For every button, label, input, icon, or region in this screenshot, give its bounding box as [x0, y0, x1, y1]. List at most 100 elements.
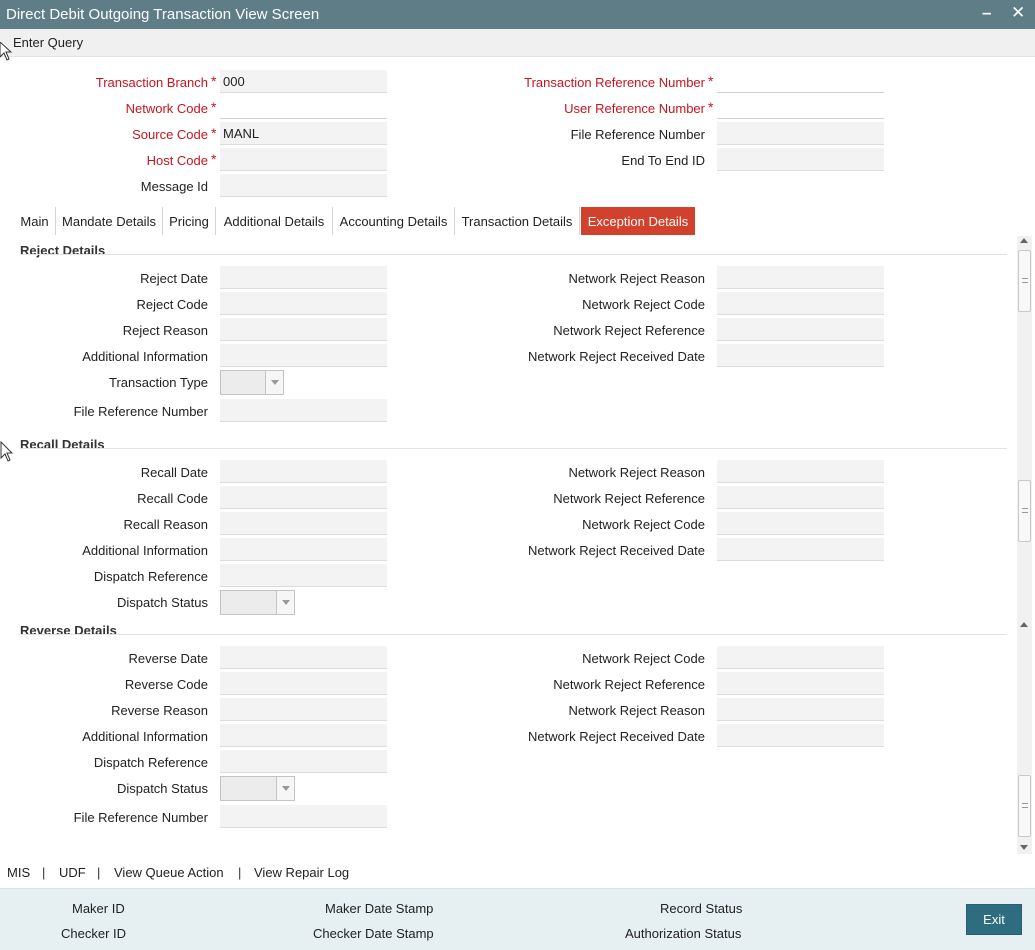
- dispatch-status-label: Dispatch Status: [116, 781, 208, 796]
- additional-information-label: Additional Information: [82, 729, 208, 744]
- reject-date-label: Reject Date: [140, 271, 208, 286]
- transaction-reference-number-field[interactable]: [717, 70, 884, 93]
- network-reject-code-field[interactable]: [717, 292, 884, 315]
- host-code-label: Host Code: [146, 153, 208, 168]
- enter-query-menu[interactable]: Enter Query: [13, 35, 83, 50]
- additional-information-label: Additional Information: [82, 543, 208, 558]
- scrollbar-thumb[interactable]: [1018, 775, 1031, 837]
- additional-information-field[interactable]: [220, 538, 387, 561]
- reject-code-field[interactable]: [220, 292, 387, 315]
- dispatch-status-select[interactable]: [220, 590, 295, 615]
- reverse-reason-label: Reverse Reason: [111, 703, 208, 718]
- network-reject-code-label: Network Reject Code: [582, 297, 705, 312]
- record-status-label: Record Status: [660, 901, 743, 916]
- user-reference-number-label: User Reference Number: [564, 101, 705, 116]
- exit-button[interactable]: Exit: [966, 904, 1022, 935]
- end-to-end-id-field[interactable]: [717, 148, 884, 171]
- file-reference-number-field[interactable]: [220, 805, 387, 828]
- tab-exception-details[interactable]: Exception Details: [581, 207, 695, 235]
- recall-reason-field[interactable]: [220, 512, 387, 535]
- dispatch-reference-field[interactable]: [220, 564, 387, 587]
- udf-link[interactable]: UDF: [59, 865, 86, 880]
- network-reject-reason-field[interactable]: [717, 266, 884, 289]
- message-id-field[interactable]: [220, 174, 387, 197]
- dispatch-status-select[interactable]: [220, 776, 295, 801]
- user-reference-number-field[interactable]: [717, 96, 884, 119]
- scrollbar-thumb[interactable]: [1018, 250, 1031, 312]
- grip-icon: [1022, 803, 1028, 808]
- reverse-code-field[interactable]: [220, 672, 387, 695]
- transaction-type-label: Transaction Type: [109, 375, 208, 390]
- transaction-type-select[interactable]: [220, 370, 284, 395]
- link-separator: |: [42, 865, 46, 880]
- tab-transaction-details[interactable]: Transaction Details: [455, 207, 580, 235]
- scroll-down-icon[interactable]: [1020, 845, 1028, 850]
- transaction-branch-field[interactable]: 000: [220, 70, 387, 93]
- network-reject-received-date-label: Network Reject Received Date: [527, 729, 705, 744]
- network-reject-reason-field[interactable]: [717, 698, 884, 721]
- network-reject-received-date-field[interactable]: [717, 538, 884, 561]
- network-reject-reference-field[interactable]: [717, 672, 884, 695]
- grip-icon: [1022, 278, 1028, 283]
- network-reject-code-label: Network Reject Code: [582, 517, 705, 532]
- required-marker: *: [211, 151, 217, 167]
- network-reject-received-date-label: Network Reject Received Date: [527, 543, 705, 558]
- network-reject-reason-field[interactable]: [717, 460, 884, 483]
- file-reference-number-label: File Reference Number: [570, 127, 705, 142]
- file-reference-number-field[interactable]: [717, 122, 884, 145]
- network-reject-received-date-field[interactable]: [717, 724, 884, 747]
- reject-reason-field[interactable]: [220, 318, 387, 341]
- view-repair-log-link[interactable]: View Repair Log: [254, 865, 349, 880]
- network-reject-reference-field[interactable]: [717, 318, 884, 341]
- chevron-down-icon[interactable]: [276, 591, 294, 614]
- network-code-field[interactable]: [220, 96, 387, 119]
- tab-main[interactable]: Main: [14, 207, 56, 235]
- mis-link[interactable]: MIS: [7, 865, 30, 880]
- tab-additional-details[interactable]: Additional Details: [216, 207, 333, 235]
- recall-code-field[interactable]: [220, 486, 387, 509]
- chevron-down-icon[interactable]: [265, 371, 283, 394]
- audit-footer: Maker ID Checker ID Maker Date Stamp Che…: [0, 888, 1035, 950]
- close-icon[interactable]: ✕: [1011, 3, 1025, 23]
- reject-details-heading: Reject Details: [20, 243, 106, 258]
- host-code-field[interactable]: [220, 148, 387, 171]
- source-code-field[interactable]: MANL: [220, 122, 387, 145]
- network-code-label: Network Code: [125, 101, 208, 116]
- tab-mandate-details[interactable]: Mandate Details: [56, 207, 163, 235]
- additional-information-field[interactable]: [220, 344, 387, 367]
- grip-icon: [1022, 508, 1028, 513]
- network-reject-code-field[interactable]: [717, 646, 884, 669]
- chevron-down-icon[interactable]: [276, 777, 294, 800]
- transaction-reference-number-label: Transaction Reference Number: [524, 75, 705, 90]
- network-reject-code-label: Network Reject Code: [582, 651, 705, 666]
- scroll-up-icon[interactable]: [1020, 622, 1028, 627]
- network-reject-received-date-field[interactable]: [717, 344, 884, 367]
- reverse-reason-field[interactable]: [220, 698, 387, 721]
- minimize-icon[interactable]: –: [982, 3, 991, 23]
- reject-date-field[interactable]: [220, 266, 387, 289]
- tab-accounting-details[interactable]: Accounting Details: [333, 207, 455, 235]
- link-separator: |: [238, 865, 242, 880]
- recall-reason-label: Recall Reason: [123, 517, 208, 532]
- network-reject-reference-field[interactable]: [717, 486, 884, 509]
- scrollbar-track[interactable]: [1017, 236, 1032, 854]
- network-reject-reference-label: Network Reject Reference: [553, 491, 705, 506]
- maker-date-stamp-label: Maker Date Stamp: [325, 901, 434, 916]
- dispatch-reference-field[interactable]: [220, 750, 387, 773]
- additional-information-field[interactable]: [220, 724, 387, 747]
- view-queue-action-link[interactable]: View Queue Action: [114, 865, 224, 880]
- file-reference-number-field[interactable]: [220, 399, 387, 422]
- recall-date-field[interactable]: [220, 460, 387, 483]
- scroll-up-icon[interactable]: [1020, 238, 1028, 243]
- message-id-label: Message Id: [140, 179, 208, 194]
- tab-pricing[interactable]: Pricing: [163, 207, 216, 235]
- reverse-date-field[interactable]: [220, 646, 387, 669]
- title-bar: Direct Debit Outgoing Transaction View S…: [0, 0, 1035, 29]
- network-reject-reason-label: Network Reject Reason: [568, 703, 705, 718]
- reverse-date-label: Reverse Date: [128, 651, 208, 666]
- required-marker: *: [708, 73, 714, 89]
- network-reject-code-field[interactable]: [717, 512, 884, 535]
- scrollbar-thumb[interactable]: [1018, 480, 1031, 542]
- source-code-label: Source Code: [132, 127, 208, 142]
- maker-id-label: Maker ID: [72, 901, 125, 916]
